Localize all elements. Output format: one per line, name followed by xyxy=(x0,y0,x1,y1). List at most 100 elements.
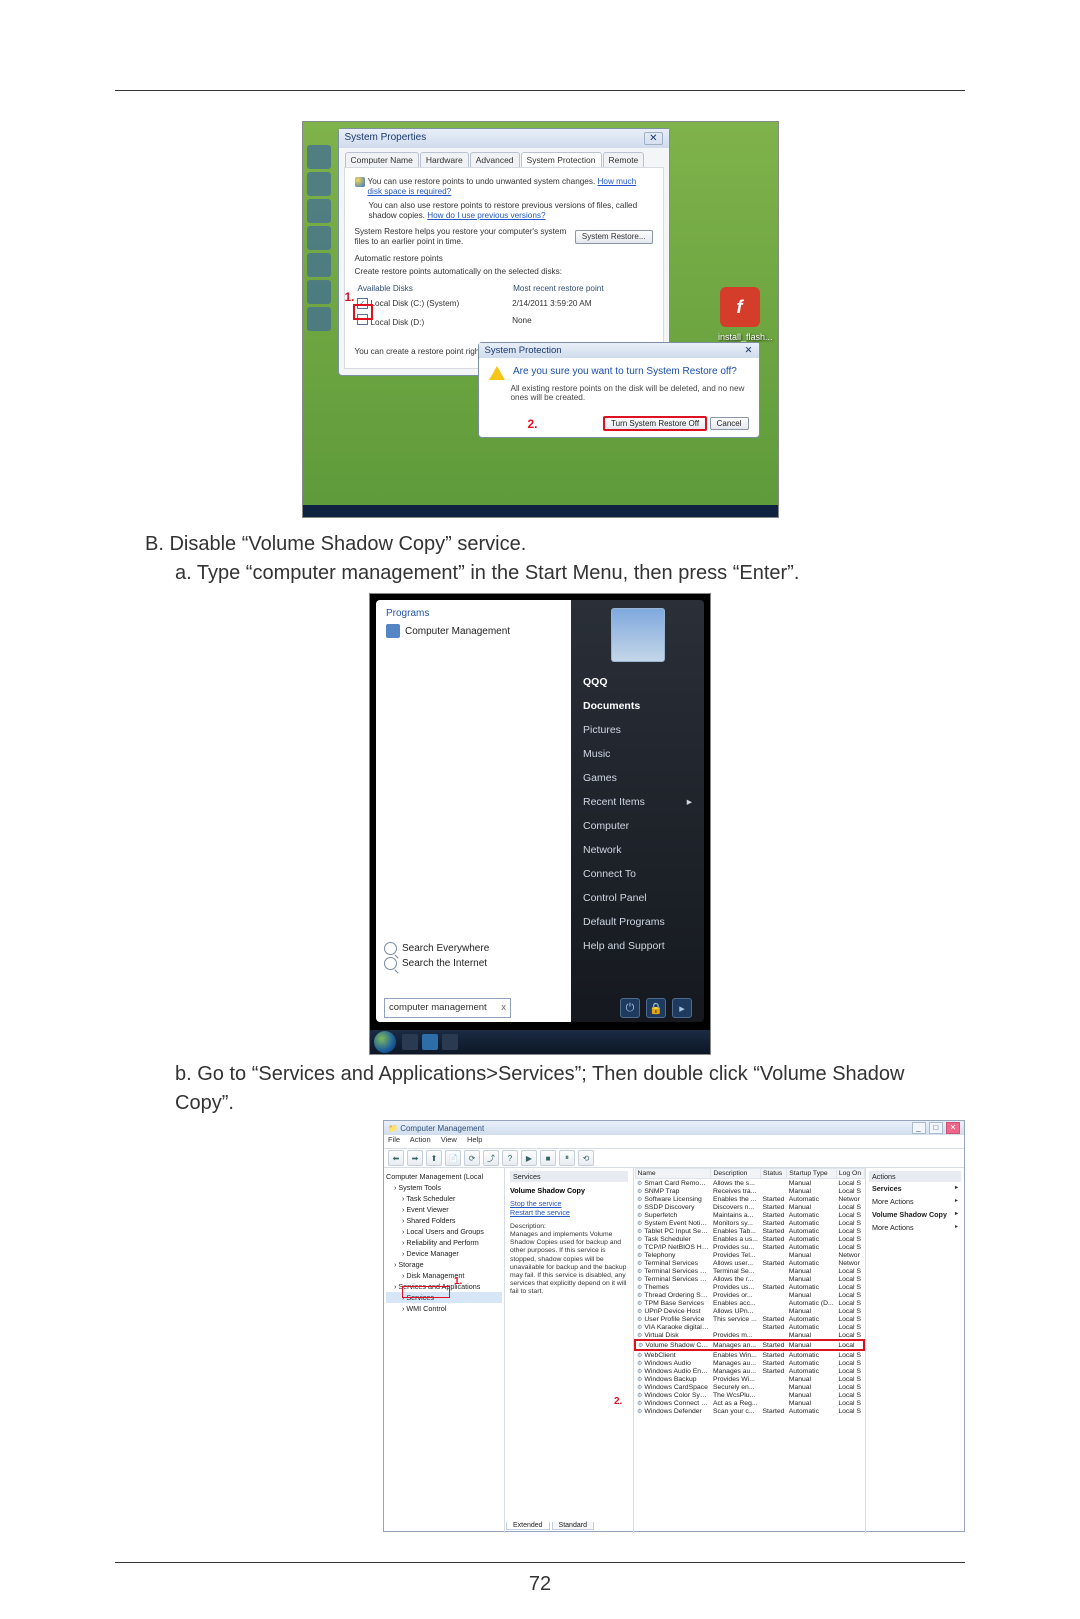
search-everywhere[interactable]: Search Everywhere xyxy=(384,942,563,955)
service-row[interactable]: Windows AudioManages au...StartedAutomat… xyxy=(635,1359,864,1367)
lock-icon[interactable]: 🔒 xyxy=(646,998,666,1018)
clear-search-icon[interactable]: x xyxy=(501,999,506,1017)
disk-d-checkbox[interactable] xyxy=(357,314,368,325)
ie-icon[interactable] xyxy=(422,1034,438,1050)
menu-help[interactable]: Help xyxy=(467,1135,482,1144)
power-icon[interactable]: ⏻ xyxy=(620,998,640,1018)
cancel-button[interactable]: Cancel xyxy=(710,417,749,430)
menu-action[interactable]: Action xyxy=(410,1135,431,1144)
help-icon[interactable]: ? xyxy=(502,1150,518,1166)
start-search-input[interactable]: computer management x xyxy=(384,998,511,1018)
right-item-pictures[interactable]: Pictures xyxy=(571,718,704,742)
user-avatar[interactable] xyxy=(611,608,665,662)
service-row[interactable]: Software LicensingEnables the ...Started… xyxy=(635,1195,864,1203)
stop-icon[interactable]: ■ xyxy=(540,1150,556,1166)
restart-service-link[interactable]: Restart the service xyxy=(510,1208,570,1217)
service-row[interactable]: Windows BackupProvides Wi...ManualLocal … xyxy=(635,1375,864,1383)
maximize-icon[interactable]: □ xyxy=(929,1122,943,1134)
right-item-default-programs[interactable]: Default Programs xyxy=(571,910,704,934)
tab-extended[interactable]: Extended xyxy=(506,1522,550,1530)
actions-services[interactable]: Services xyxy=(869,1182,961,1195)
tree-item[interactable]: › Storage xyxy=(386,1259,502,1270)
back-icon[interactable]: ⬅ xyxy=(388,1150,404,1166)
forward-icon[interactable]: ➡ xyxy=(407,1150,423,1166)
right-item-games[interactable]: Games xyxy=(571,766,704,790)
menu-view[interactable]: View xyxy=(441,1135,457,1144)
service-row[interactable]: SNMP TrapReceives tra...ManualLocal S xyxy=(635,1187,864,1195)
account-name[interactable]: QQQ xyxy=(571,670,704,694)
export-icon[interactable]: ⤴ xyxy=(483,1150,499,1166)
right-item-recent[interactable]: Recent Items▸ xyxy=(571,790,704,814)
search-internet[interactable]: Search the Internet xyxy=(384,957,563,970)
right-item-network[interactable]: Network xyxy=(571,838,704,862)
power-menu-icon[interactable]: ▸ xyxy=(672,998,692,1018)
service-row[interactable]: ThemesProvides us...StartedAutomaticLoca… xyxy=(635,1283,864,1291)
service-row[interactable]: Windows CardSpaceSecurely en...ManualLoc… xyxy=(635,1383,864,1391)
tree-item[interactable]: › Local Users and Groups xyxy=(386,1226,502,1237)
pause-icon[interactable]: ⏸ xyxy=(559,1150,575,1166)
service-row[interactable]: SuperfetchMaintains a...StartedAutomatic… xyxy=(635,1211,864,1219)
minimize-icon[interactable]: _ xyxy=(912,1122,926,1134)
service-row[interactable]: Task SchedulerEnables a us...StartedAuto… xyxy=(635,1235,864,1243)
service-row[interactable]: Terminal Services Conf...Terminal Se...M… xyxy=(635,1267,864,1275)
turn-off-button[interactable]: Turn System Restore Off xyxy=(603,416,707,431)
tree-item[interactable]: › Device Manager xyxy=(386,1248,502,1259)
service-row[interactable]: Tablet PC Input ServiceEnables Tab...Sta… xyxy=(635,1227,864,1235)
service-row[interactable]: TelephonyProvides Tel...ManualNetwor xyxy=(635,1251,864,1259)
col-startup-type[interactable]: Startup Type xyxy=(787,1169,837,1179)
right-item-documents[interactable]: Documents xyxy=(571,694,704,718)
col-description[interactable]: Description xyxy=(711,1169,761,1179)
right-item-control-panel[interactable]: Control Panel xyxy=(571,886,704,910)
service-row[interactable]: Windows DefenderScan your c...StartedAut… xyxy=(635,1407,864,1415)
tree-item[interactable]: › Event Viewer xyxy=(386,1204,502,1215)
service-row[interactable]: Windows Audio Endpoi...Manages au...Star… xyxy=(635,1367,864,1375)
system-restore-button[interactable]: System Restore... xyxy=(575,230,653,244)
restart-icon[interactable]: ⟲ xyxy=(578,1150,594,1166)
service-row[interactable]: User Profile ServiceThis service ...Star… xyxy=(635,1315,864,1323)
up-icon[interactable]: ⬆ xyxy=(426,1150,442,1166)
properties-icon[interactable]: 📄 xyxy=(445,1150,461,1166)
tree-item[interactable]: › System Tools xyxy=(386,1182,502,1193)
service-row[interactable]: Windows Connect Now...Act as a Reg...Man… xyxy=(635,1399,864,1407)
service-row[interactable]: Terminal ServicesAllows user...StartedAu… xyxy=(635,1259,864,1267)
tree-item[interactable]: Computer Management (Local xyxy=(386,1171,502,1182)
start-orb-icon[interactable] xyxy=(374,1031,396,1053)
service-row[interactable]: TPM Base ServicesEnables acc...Automatic… xyxy=(635,1299,864,1307)
refresh-icon[interactable]: ⟳ xyxy=(464,1150,480,1166)
col-name[interactable]: Name xyxy=(635,1169,711,1179)
service-row[interactable]: Windows Color SystemThe WcsPlu...ManualL… xyxy=(635,1391,864,1399)
tab-remote[interactable]: Remote xyxy=(603,152,645,167)
flash-installer-icon[interactable]: f xyxy=(720,287,760,327)
menu-file[interactable]: File xyxy=(388,1135,400,1144)
actions-more-1[interactable]: More Actions xyxy=(869,1195,961,1208)
tree-item[interactable]: › WMI Control xyxy=(386,1303,502,1314)
right-item-computer[interactable]: Computer xyxy=(571,814,704,838)
service-row[interactable]: WebClientEnables Win...StartedAutomaticL… xyxy=(635,1350,864,1359)
close-icon[interactable]: ✕ xyxy=(644,132,662,145)
service-row[interactable]: UPnP Device HostAllows UPn...ManualLocal… xyxy=(635,1307,864,1315)
prev-versions-link[interactable]: How do I use previous versions? xyxy=(427,211,545,220)
tab-advanced[interactable]: Advanced xyxy=(470,152,520,167)
right-item-help[interactable]: Help and Support xyxy=(571,934,704,958)
service-row[interactable]: Virtual DiskProvides m...ManualLocal S xyxy=(635,1331,864,1340)
col-logon[interactable]: Log On xyxy=(836,1169,864,1179)
tab-system-protection[interactable]: System Protection xyxy=(521,152,602,167)
tree-item[interactable]: › Task Scheduler xyxy=(386,1193,502,1204)
service-row[interactable]: Thread Ordering ServerProvides or...Manu… xyxy=(635,1291,864,1299)
play-icon[interactable]: ▶ xyxy=(521,1150,537,1166)
quicklaunch-icon[interactable] xyxy=(442,1034,458,1050)
tab-hardware[interactable]: Hardware xyxy=(420,152,469,167)
actions-vsc[interactable]: Volume Shadow Copy xyxy=(869,1208,961,1221)
tree-item[interactable]: › Disk Management xyxy=(386,1270,502,1281)
quicklaunch-icon[interactable] xyxy=(402,1034,418,1050)
service-row[interactable]: SSDP DiscoveryDiscovers n...StartedManua… xyxy=(635,1203,864,1211)
service-row[interactable]: Smart Card Removal Po...Allows the s...M… xyxy=(635,1179,864,1188)
actions-more-2[interactable]: More Actions xyxy=(869,1221,961,1234)
tree-item[interactable]: › Reliability and Perform xyxy=(386,1237,502,1248)
confirm-close-icon[interactable]: ✕ xyxy=(745,345,753,356)
right-item-connect-to[interactable]: Connect To xyxy=(571,862,704,886)
service-row[interactable]: TCP/IP NetBIOS HelperProvides su...Start… xyxy=(635,1243,864,1251)
service-row[interactable]: System Event Notificati...Monitors sy...… xyxy=(635,1219,864,1227)
service-row-volume-shadow-copy[interactable]: Volume Shadow CopyManages an...StartedMa… xyxy=(635,1340,864,1350)
tab-standard[interactable]: Standard xyxy=(552,1522,594,1530)
